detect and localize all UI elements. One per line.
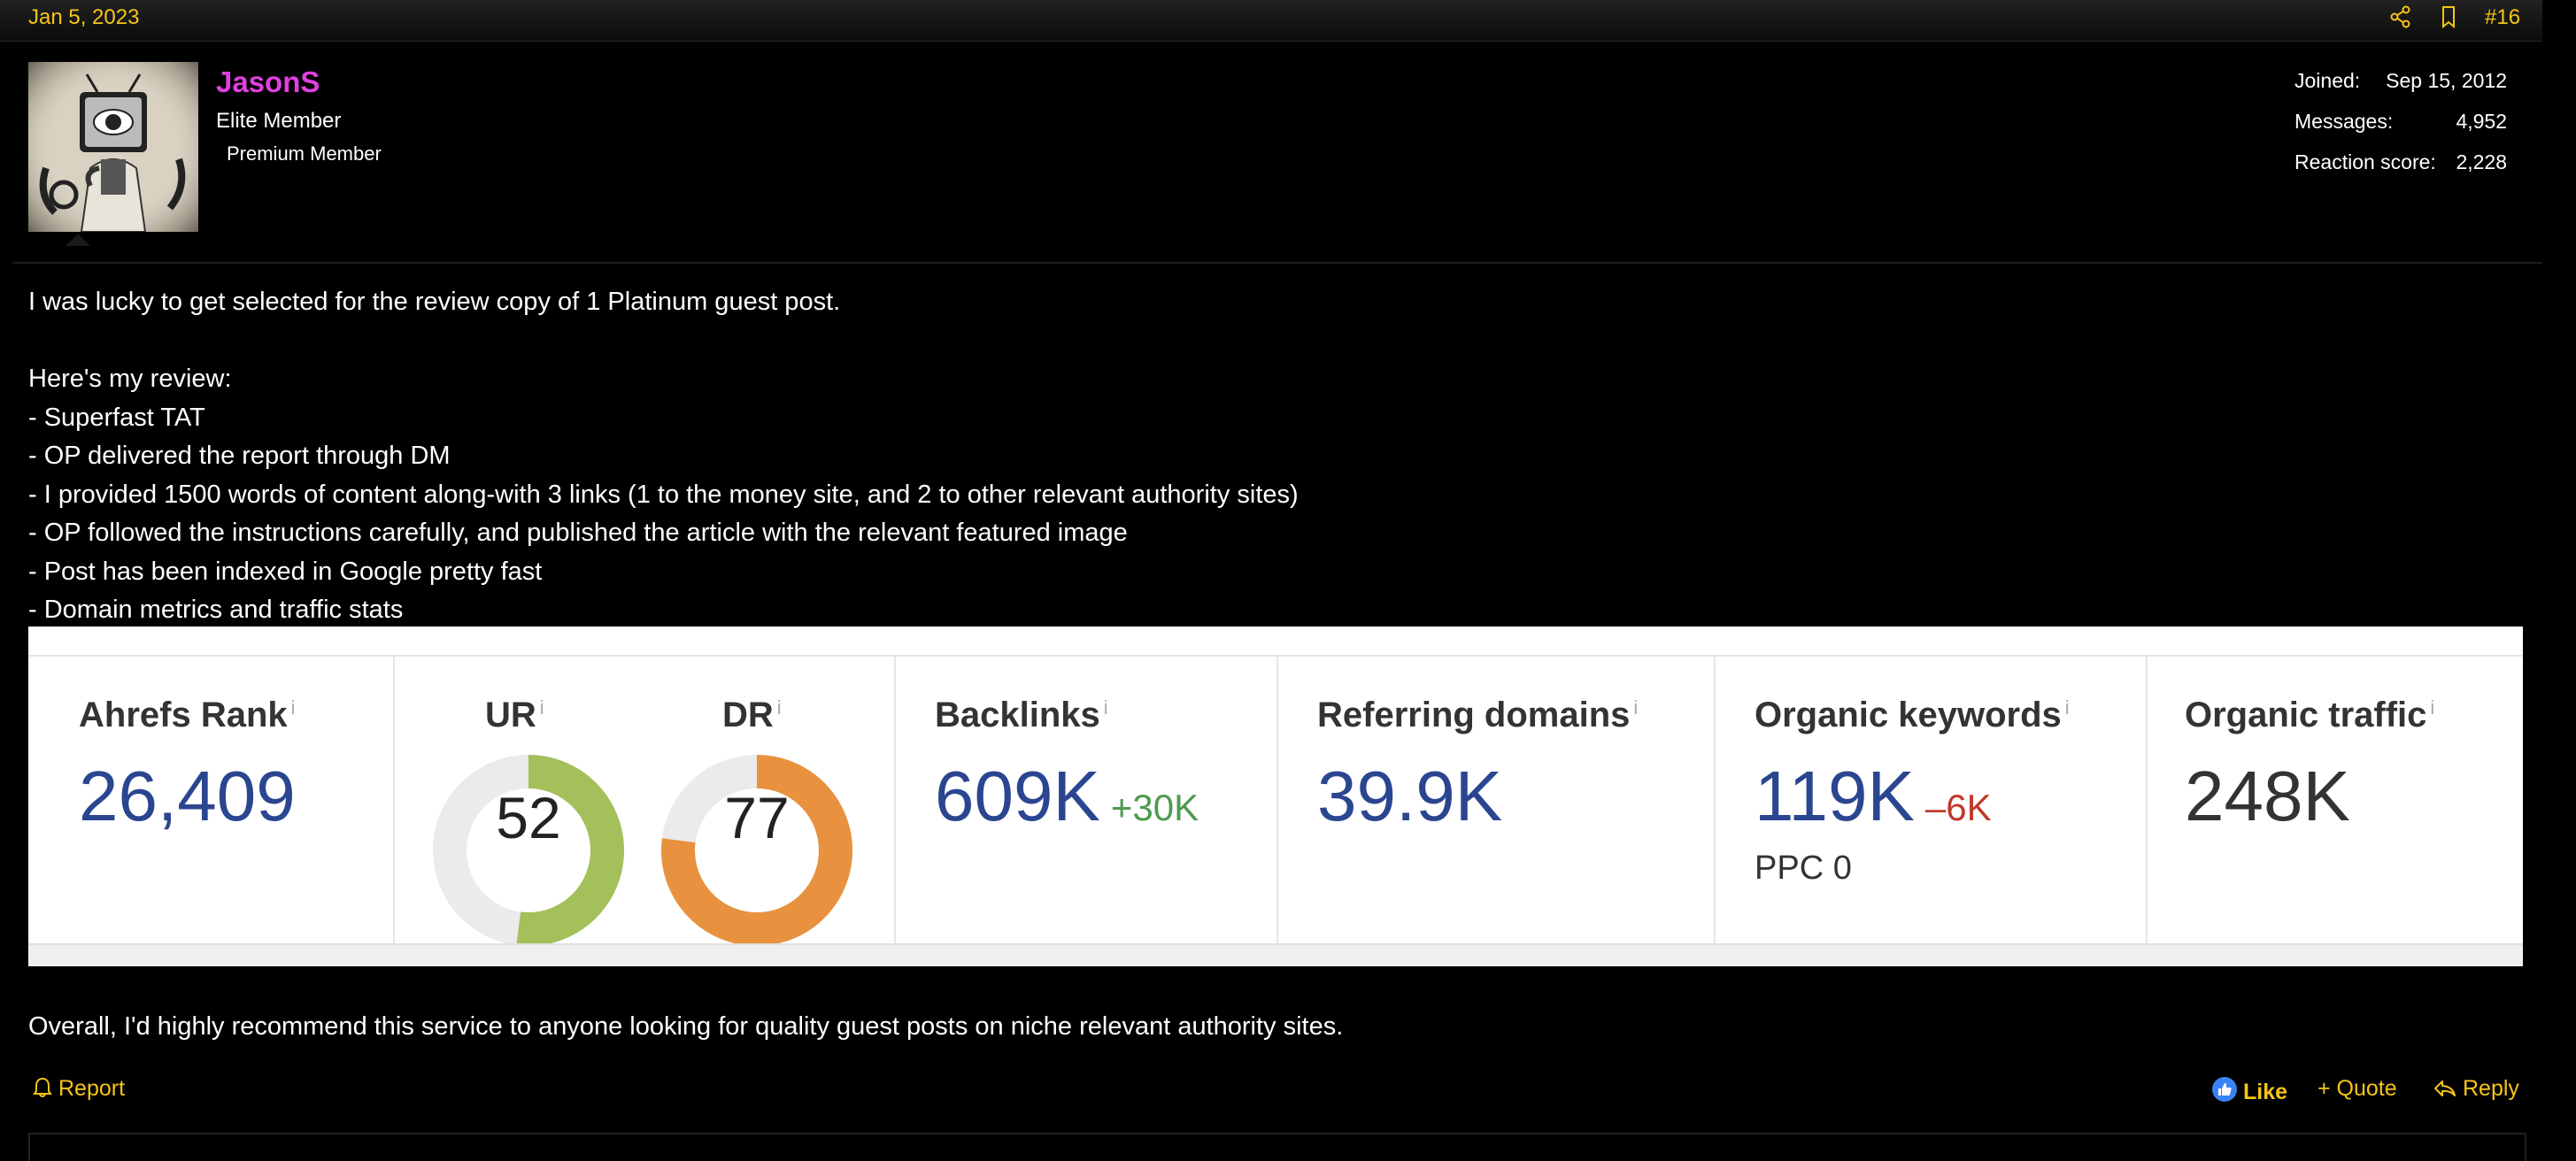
thumbs-up-icon bbox=[2212, 1077, 2237, 1102]
metric-label: Referring domains i bbox=[1317, 696, 1639, 734]
stat-label: Reaction score: bbox=[2294, 150, 2436, 173]
user-title: Elite Member bbox=[216, 109, 342, 133]
review-point: - Domain metrics and traffic stats bbox=[28, 596, 404, 624]
info-icon: i bbox=[539, 696, 544, 719]
review-point: - I provided 1500 words of content along… bbox=[28, 480, 1299, 509]
metric-organic-keywords: Organic keywords i 119K –6K PPC 0 bbox=[1714, 657, 2148, 943]
metric-value: 609K +30K bbox=[935, 757, 1199, 835]
metric-value: 119K –6K bbox=[1755, 757, 1992, 835]
header-divider bbox=[12, 262, 2542, 264]
ppc-value: PPC 0 bbox=[1755, 850, 1852, 887]
like-label: Like bbox=[2243, 1080, 2288, 1104]
stat-value: Sep 15, 2012 bbox=[2386, 69, 2507, 92]
reply-label: Reply bbox=[2463, 1076, 2519, 1101]
quote-label: + Quote bbox=[2318, 1076, 2397, 1101]
metric-ahrefs-rank: Ahrefs Rank i 26,409 bbox=[28, 657, 395, 943]
metric-organic-traffic: Organic traffic i 248K bbox=[2146, 657, 2523, 943]
stat-reaction-score: Reaction score: 2,228 bbox=[2294, 150, 2507, 191]
metric-value: 248K bbox=[2185, 757, 2350, 835]
metric-backlinks: Backlinks i 609K +30K bbox=[894, 657, 1278, 943]
info-icon: i bbox=[1633, 696, 1639, 719]
metric-referring-domains: Referring domains i 39.9K bbox=[1276, 657, 1716, 943]
post-closing: Overall, I'd highly recommend this servi… bbox=[28, 1012, 1344, 1041]
ur-value: 52 bbox=[496, 785, 561, 850]
reply-icon bbox=[2434, 1080, 2456, 1096]
stat-value[interactable]: 4,952 bbox=[2456, 110, 2507, 134]
dr-value: 77 bbox=[724, 785, 790, 850]
report-label: Report bbox=[58, 1076, 126, 1101]
bell-icon bbox=[33, 1077, 52, 1097]
user-banner: Premium Member bbox=[227, 142, 382, 165]
metric-label: Organic keywords i bbox=[1755, 696, 2070, 734]
share-icon[interactable] bbox=[2387, 4, 2414, 30]
info-icon: i bbox=[776, 696, 782, 719]
report-button[interactable]: Report bbox=[32, 1076, 125, 1102]
avatar-pointer bbox=[66, 234, 90, 246]
next-post-edge bbox=[28, 1133, 2526, 1161]
ahrefs-metrics-image: Ahrefs Rank i 26,409 UR i 52 DR i 77 Backli… bbox=[28, 627, 2523, 966]
review-point: - Post has been indexed in Google pretty… bbox=[28, 557, 543, 586]
metrics-footer-strip bbox=[28, 943, 2523, 966]
quote-button[interactable]: + Quote bbox=[2318, 1076, 2397, 1102]
review-point: - OP followed the instructions carefully… bbox=[28, 519, 1128, 547]
avatar[interactable] bbox=[28, 62, 198, 232]
metric-label: Ahrefs Rank i bbox=[79, 696, 296, 734]
ur-label: UR i bbox=[485, 696, 544, 734]
stat-label: Messages: bbox=[2294, 110, 2394, 133]
like-button[interactable]: Like bbox=[2211, 1076, 2287, 1105]
info-icon: i bbox=[290, 696, 296, 719]
post-body: I was lucky to get selected for the revi… bbox=[28, 283, 2507, 630]
metric-label: Backlinks i bbox=[935, 696, 1108, 734]
post-number-link[interactable]: #16 bbox=[2485, 5, 2520, 30]
stat-value: 2,228 bbox=[2456, 150, 2507, 173]
stat-joined: Joined: Sep 15, 2012 bbox=[2294, 69, 2507, 110]
review-point: - Superfast TAT bbox=[28, 403, 205, 432]
post-date[interactable]: Jan 5, 2023 bbox=[28, 5, 139, 30]
reply-button[interactable]: Reply bbox=[2433, 1076, 2519, 1102]
info-icon: i bbox=[2064, 696, 2070, 719]
stat-label: Joined: bbox=[2294, 69, 2361, 92]
review-heading: Here's my review: bbox=[28, 365, 232, 393]
user-stats: Joined: Sep 15, 2012 Messages: 4,952 Rea… bbox=[2294, 69, 2507, 191]
bookmark-icon[interactable] bbox=[2435, 4, 2462, 30]
post-header-bar: Jan 5, 2023 #16 bbox=[0, 0, 2542, 42]
metric-value: 39.9K bbox=[1317, 757, 1503, 835]
dr-label: DR i bbox=[722, 696, 782, 734]
stat-messages: Messages: 4,952 bbox=[2294, 110, 2507, 150]
metric-delta: –6K bbox=[1924, 787, 1992, 828]
metric-value: 26,409 bbox=[79, 757, 296, 835]
metric-label: Organic traffic i bbox=[2185, 696, 2435, 734]
info-icon: i bbox=[2430, 696, 2435, 719]
metric-ur-dr: UR i 52 DR i 77 bbox=[393, 657, 896, 946]
metric-delta: +30K bbox=[1110, 787, 1199, 828]
review-point: - OP delivered the report through DM bbox=[28, 442, 451, 470]
username[interactable]: JasonS bbox=[216, 65, 320, 99]
post-intro: I was lucky to get selected for the revi… bbox=[28, 288, 841, 316]
info-icon: i bbox=[1103, 696, 1108, 719]
